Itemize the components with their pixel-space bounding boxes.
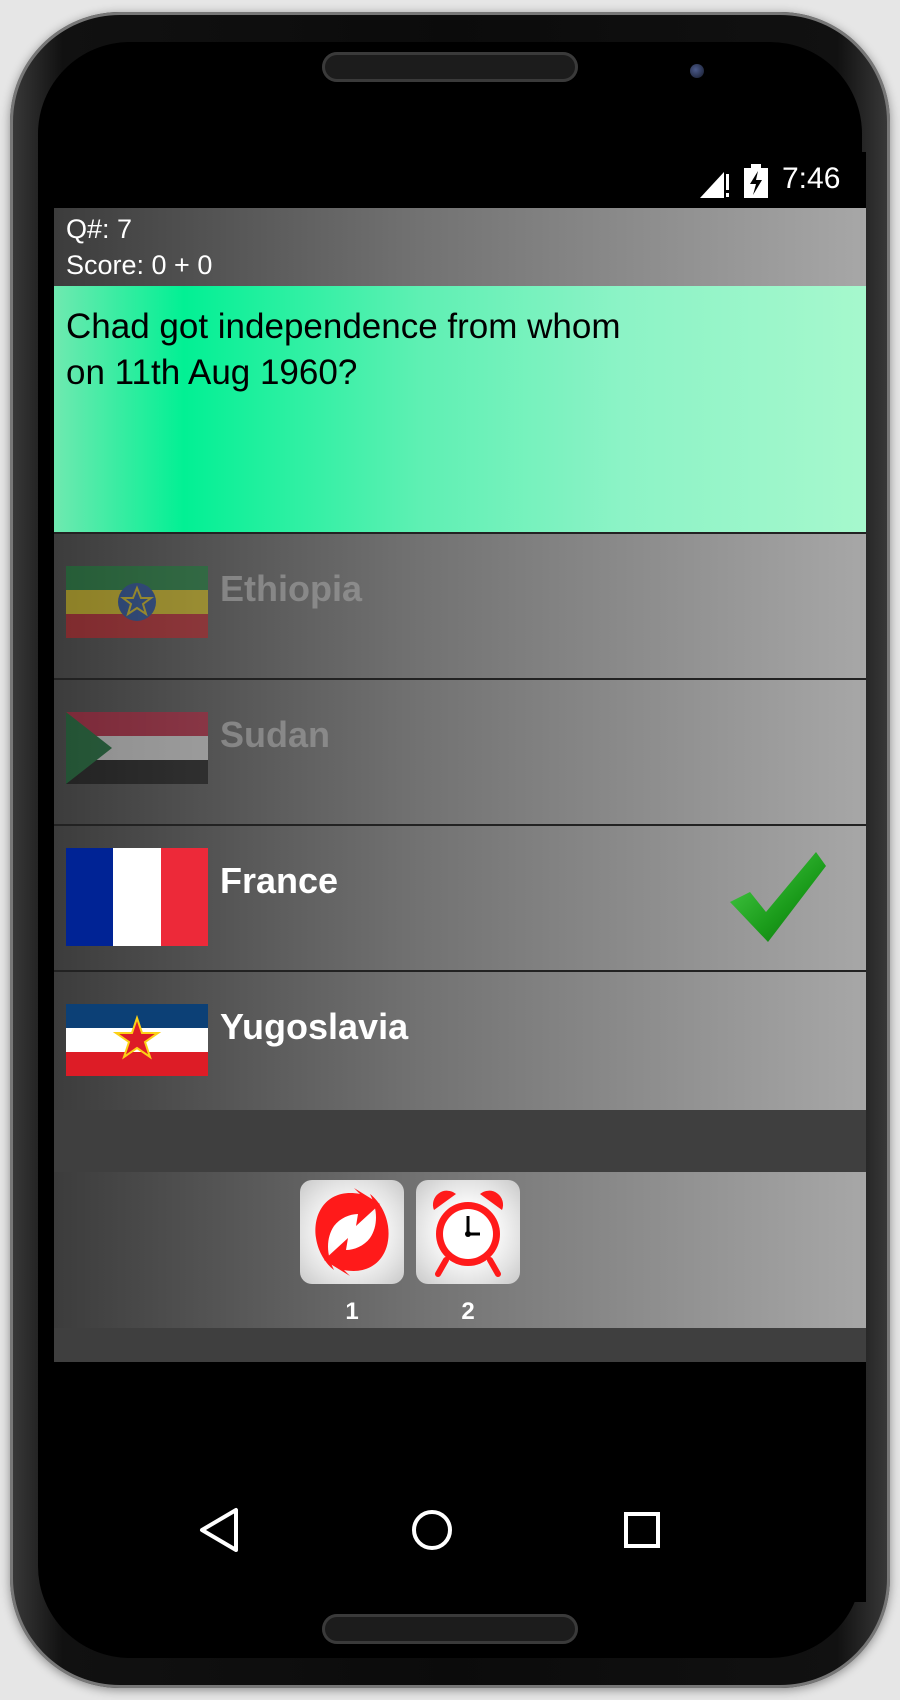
answer-label: France bbox=[220, 860, 339, 901]
answer-label: Sudan bbox=[220, 714, 331, 755]
answer-option-yugoslavia[interactable]: Yugoslavia bbox=[54, 970, 866, 1116]
quiz-header: Q#: 7 Score: 0 + 0 bbox=[54, 208, 866, 286]
earpiece-speaker bbox=[322, 52, 578, 82]
battery-charging-icon bbox=[744, 164, 768, 198]
recents-icon[interactable] bbox=[614, 1502, 670, 1558]
bottom-divider-bar bbox=[54, 1328, 866, 1362]
answer-option-sudan[interactable]: Sudan bbox=[54, 678, 866, 824]
correct-check-icon bbox=[730, 852, 826, 942]
refresh-arrows-icon bbox=[315, 1188, 389, 1276]
score-label: Score: 0 + 0 bbox=[66, 250, 213, 280]
lifeline-refresh-button[interactable]: 1 bbox=[300, 1180, 404, 1325]
lifeline-count: 2 bbox=[461, 1298, 475, 1325]
front-camera bbox=[690, 64, 704, 78]
status-bar: 7:46 bbox=[54, 152, 866, 208]
question-number: Q#: 7 bbox=[66, 214, 133, 244]
home-icon[interactable] bbox=[404, 1502, 460, 1558]
france-flag-icon bbox=[66, 848, 208, 946]
sudan-flag-icon bbox=[66, 712, 208, 784]
ethiopia-flag-icon bbox=[66, 566, 208, 638]
bottom-speaker bbox=[322, 1614, 578, 1644]
phone-frame: 7:46 Q#: 7 Score: 0 + 0 Chad got indepen… bbox=[10, 12, 890, 1688]
yugoslavia-flag-icon bbox=[66, 1004, 208, 1076]
question-text: Chad got independence from whom on 11th … bbox=[66, 307, 621, 392]
divider-bar bbox=[54, 1110, 866, 1172]
lifeline-bar: 1 2 bbox=[54, 1172, 866, 1328]
answer-option-ethiopia[interactable]: Ethiopia bbox=[54, 532, 866, 678]
lifeline-count: 1 bbox=[345, 1298, 359, 1325]
screen: 7:46 Q#: 7 Score: 0 + 0 Chad got indepen… bbox=[54, 152, 866, 1362]
back-icon[interactable] bbox=[192, 1502, 248, 1558]
answer-label: Yugoslavia bbox=[220, 1006, 409, 1047]
question-panel: Chad got independence from whom on 11th … bbox=[54, 286, 866, 532]
status-time: 7:46 bbox=[782, 162, 841, 195]
answer-label: Ethiopia bbox=[220, 568, 362, 609]
signal-icon bbox=[700, 172, 729, 198]
alarm-clock-icon bbox=[432, 1190, 504, 1277]
answer-option-france[interactable]: France bbox=[54, 824, 866, 970]
navigation-bar bbox=[54, 1362, 866, 1602]
quiz-app: Q#: 7 Score: 0 + 0 Chad got independence… bbox=[54, 208, 866, 1362]
lifeline-timer-button[interactable]: 2 bbox=[416, 1180, 520, 1325]
